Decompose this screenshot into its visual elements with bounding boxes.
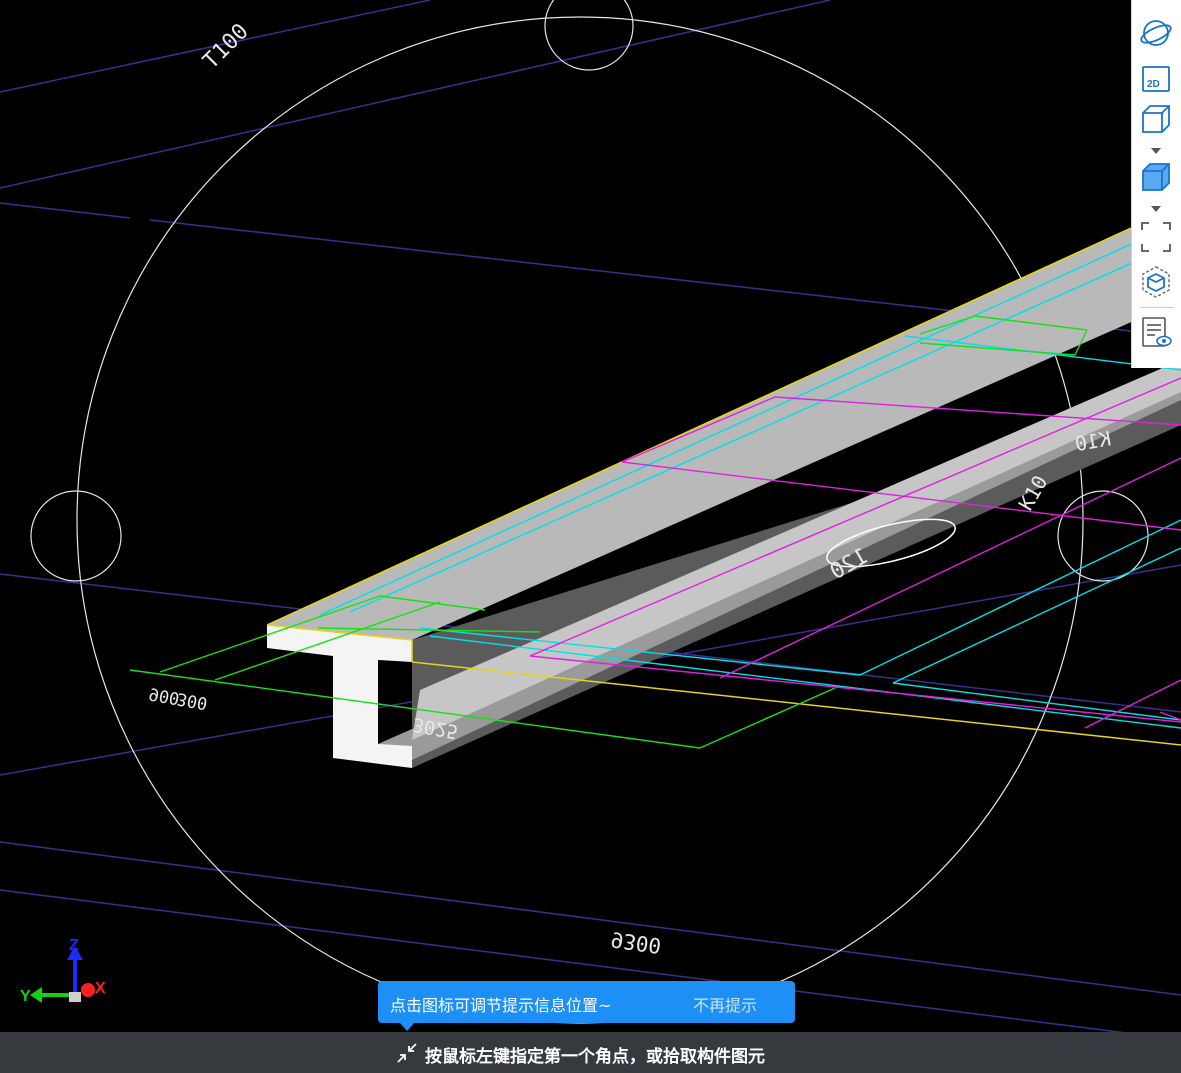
cube-shaded-icon[interactable]: [1139, 160, 1173, 194]
axis-x-label: X: [95, 980, 106, 997]
list-eye-icon[interactable]: [1139, 315, 1173, 349]
dim-text-300: 300: [175, 688, 209, 713]
dashed-frame-icon[interactable]: [1139, 220, 1173, 254]
hex-cube-icon[interactable]: [1139, 265, 1173, 299]
collapse-arrows-icon[interactable]: [395, 1041, 419, 1065]
axis-gizmo: Z Y X: [20, 937, 106, 1005]
tip-bubble: 点击图标可调节提示信息位置~ 不再提示: [378, 981, 795, 1023]
chevron-down-icon[interactable]: [1151, 205, 1161, 213]
dim-text-9300: 9300: [609, 927, 662, 958]
beam-end-face: [267, 625, 412, 768]
axis-z-label: Z: [69, 937, 79, 954]
2d-icon-label: 2D: [1147, 79, 1160, 90]
axis-y-label: Y: [20, 988, 31, 1005]
toolbar-divider: [1140, 307, 1174, 308]
cube-outline-icon[interactable]: [1139, 102, 1173, 136]
dim-text-t100: T100: [199, 19, 254, 74]
2d-icon[interactable]: 2D: [1139, 62, 1173, 96]
chevron-down-icon[interactable]: [1151, 147, 1161, 155]
dont-show-again-link[interactable]: 不再提示: [693, 992, 757, 1016]
cad-3d-viewport[interactable]: T100 K10 K10 120 900 300 3025 9300 Z Y X: [0, 0, 1181, 1073]
tip-text[interactable]: 点击图标可调节提示信息位置~: [390, 992, 611, 1016]
command-status-bar: 按鼠标左键指定第一个角点，或拾取构件图元: [0, 1032, 1181, 1073]
orbit-icon[interactable]: [1139, 16, 1173, 50]
tip-tail: [399, 1022, 415, 1031]
command-prompt-text: 按鼠标左键指定第一个角点，或拾取构件图元: [425, 1047, 765, 1067]
view-toolbar: 2D: [1131, 0, 1181, 368]
